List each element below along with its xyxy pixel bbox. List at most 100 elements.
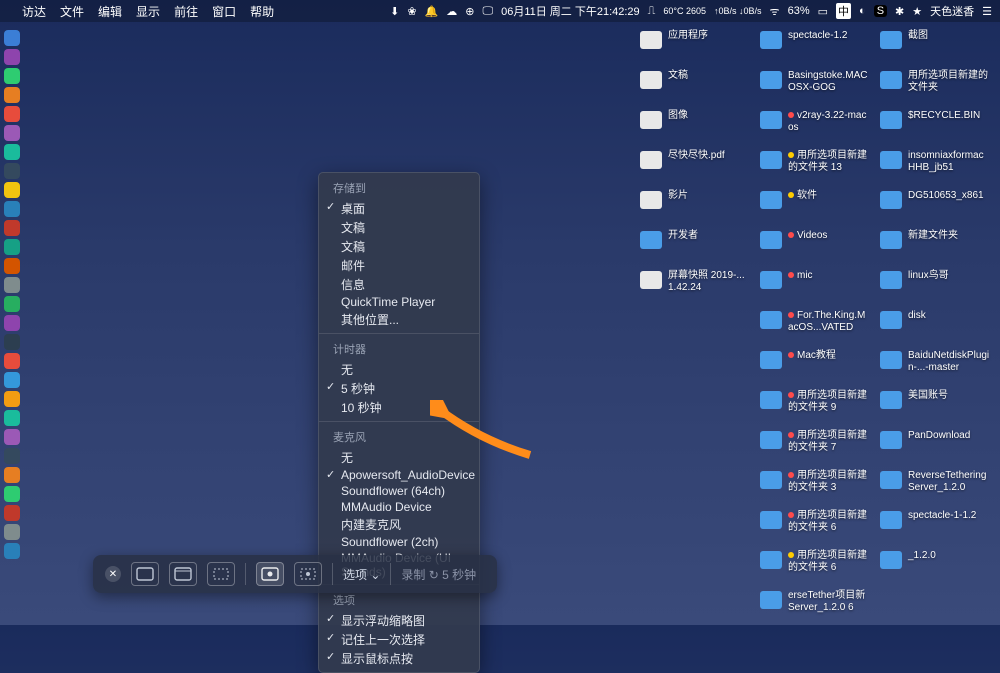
desktop-item[interactable]: linux鸟哥	[880, 268, 990, 304]
menubar-weather[interactable]: 天色迷香	[930, 3, 974, 19]
dock-app[interactable]	[4, 277, 20, 293]
menu-view[interactable]: 显示	[136, 3, 160, 20]
options-dropdown[interactable]: 选项 ⌄	[343, 566, 380, 583]
dock-app[interactable]	[4, 410, 20, 426]
desktop-item[interactable]: erseTether项目新 Server_1.2.0 6	[760, 588, 870, 624]
menu-item[interactable]: 信息	[319, 275, 479, 294]
desktop-item[interactable]: _1.2.0	[880, 548, 990, 584]
dock-app[interactable]	[4, 258, 20, 274]
dock-app[interactable]	[4, 182, 20, 198]
dock-app[interactable]	[4, 239, 20, 255]
dock-app[interactable]	[4, 125, 20, 141]
menu-item[interactable]: ✓显示浮动缩略图	[319, 611, 479, 630]
menu-item[interactable]: ✓5 秒钟	[319, 379, 479, 398]
desktop-item[interactable]: 影片	[640, 188, 750, 224]
record-selection-button[interactable]	[294, 562, 322, 586]
desktop-item[interactable]: $RECYCLE.BIN	[880, 108, 990, 144]
dock-app[interactable]	[4, 144, 20, 160]
desktop-item[interactable]: 屏幕快照 2019-...1.42.24	[640, 268, 750, 304]
menu-item[interactable]: 内建麦克风	[319, 515, 479, 534]
capture-window-button[interactable]	[169, 562, 197, 586]
menubar-ime[interactable]: 中	[836, 3, 851, 19]
dock-app[interactable]	[4, 467, 20, 483]
desktop-item[interactable]: 截图	[880, 28, 990, 64]
menu-item[interactable]: 文稿	[319, 237, 479, 256]
desktop-item[interactable]: 应用程序	[640, 28, 750, 64]
dock-app[interactable]	[4, 201, 20, 217]
menu-item[interactable]: QuickTime Player	[319, 294, 479, 310]
menu-item[interactable]: 10 秒钟	[319, 398, 479, 417]
dock-app[interactable]	[4, 372, 20, 388]
list-icon[interactable]: ☰	[982, 5, 992, 18]
menubar-battery[interactable]: 63%	[788, 5, 810, 17]
dock-app[interactable]	[4, 448, 20, 464]
dock-app[interactable]	[4, 353, 20, 369]
dock-app[interactable]	[4, 106, 20, 122]
menu-item[interactable]: Soundflower (2ch)	[319, 534, 479, 550]
menu-edit[interactable]: 编辑	[98, 3, 122, 20]
dock-app[interactable]	[4, 87, 20, 103]
menu-help[interactable]: 帮助	[250, 3, 274, 20]
status-icon[interactable]: ❀	[407, 5, 416, 18]
dock-app[interactable]	[4, 486, 20, 502]
desktop-item[interactable]: mic	[760, 268, 870, 304]
dock-app[interactable]	[4, 30, 20, 46]
desktop-item[interactable]: BaiduNetdiskPlugin-...-master	[880, 348, 990, 384]
menu-item[interactable]: 无	[319, 360, 479, 379]
wifi-icon[interactable]: ᯤ	[770, 4, 780, 19]
desktop-item[interactable]: spectacle-1.2	[760, 28, 870, 64]
menubar-net[interactable]: ↑0B/s ↓0B/s	[714, 7, 762, 16]
desktop-item[interactable]: PanDownload	[880, 428, 990, 464]
desktop-item[interactable]: Mac教程	[760, 348, 870, 384]
desktop-item[interactable]: Videos	[760, 228, 870, 264]
record-button[interactable]: 录制 ↻ 5 秒钟	[401, 566, 476, 583]
desktop-item[interactable]: Basingstoke.MACOSX-GOG	[760, 68, 870, 104]
dock-app[interactable]	[4, 391, 20, 407]
status-icon[interactable]: ⎍	[648, 5, 656, 18]
close-button[interactable]: ✕	[105, 566, 121, 582]
menu-file[interactable]: 文件	[60, 3, 84, 20]
menu-item[interactable]: 文稿	[319, 218, 479, 237]
desktop-item[interactable]: DG510653_x861	[880, 188, 990, 224]
menu-item[interactable]: 无	[319, 448, 479, 467]
dock-app[interactable]	[4, 524, 20, 540]
status-icon[interactable]: ◐	[859, 5, 866, 17]
desktop-item[interactable]: 软件	[760, 188, 870, 224]
star-icon[interactable]: ★	[912, 5, 922, 18]
desktop-item[interactable]: insomniaxformacHHB_jb51	[880, 148, 990, 184]
dock-app[interactable]	[4, 543, 20, 559]
menu-window[interactable]: 窗口	[212, 3, 236, 20]
desktop-item[interactable]: ReverseTetheringServer_1.2.0	[880, 468, 990, 504]
desktop-item[interactable]: 用所选项目新建的文件夹 6	[760, 548, 870, 584]
dock-app[interactable]	[4, 315, 20, 331]
status-icon[interactable]: S	[874, 5, 887, 17]
desktop-item[interactable]: 用所选项目新建的文件夹 6	[760, 508, 870, 544]
desktop-item[interactable]: 文稿	[640, 68, 750, 104]
menu-go[interactable]: 前往	[174, 3, 198, 20]
dock-app[interactable]	[4, 163, 20, 179]
menu-item[interactable]: ✓记住上一次选择	[319, 630, 479, 649]
desktop-item[interactable]: 用所选项目新建的文件夹 9	[760, 388, 870, 424]
dock-app[interactable]	[4, 49, 20, 65]
desktop-item[interactable]: spectacle-1-1.2	[880, 508, 990, 544]
menu-item[interactable]: Soundflower (64ch)	[319, 483, 479, 499]
capture-selection-button[interactable]	[207, 562, 235, 586]
desktop-item[interactable]: disk	[880, 308, 990, 344]
status-icon[interactable]: 🔔	[425, 5, 439, 18]
record-entire-screen-button[interactable]	[256, 562, 284, 586]
menu-item[interactable]: MMAudio Device	[319, 499, 479, 515]
menu-item[interactable]: 邮件	[319, 256, 479, 275]
status-icon[interactable]: ⬇	[390, 5, 399, 18]
dock-app[interactable]	[4, 505, 20, 521]
bluetooth-icon[interactable]: ✱	[895, 5, 904, 18]
capture-entire-screen-button[interactable]	[131, 562, 159, 586]
status-icon[interactable]: ⊕	[465, 5, 474, 18]
desktop-item[interactable]: For.The.King.MacOS...VATED	[760, 308, 870, 344]
status-icon[interactable]: 🖵	[482, 5, 493, 18]
menubar-date[interactable]: 06月11日 周二 下午21:42:29	[501, 3, 640, 19]
menubar-temp[interactable]: 60°C 2605	[663, 7, 706, 16]
menu-item[interactable]: ✓桌面	[319, 199, 479, 218]
menu-item[interactable]: 其他位置...	[319, 310, 479, 329]
desktop-item[interactable]: 用所选项目新建的文件夹 13	[760, 148, 870, 184]
desktop-item[interactable]: v2ray-3.22-macos	[760, 108, 870, 144]
